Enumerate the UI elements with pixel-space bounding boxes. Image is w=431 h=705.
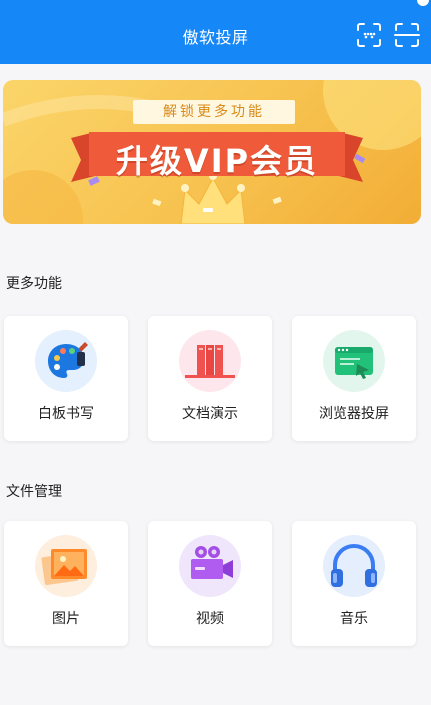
file-card-label: 音乐: [340, 611, 368, 627]
file-card-images[interactable]: 图片: [4, 521, 128, 646]
banner-headline: 升级VIP会员: [115, 142, 319, 180]
feature-card-label: 白板书写: [38, 406, 94, 422]
file-card-label: 图片: [52, 611, 80, 627]
scan-icon[interactable]: [394, 22, 420, 48]
file-card-videos[interactable]: 视频: [148, 521, 272, 646]
scan-code-icon[interactable]: [356, 22, 382, 48]
feature-card-browser[interactable]: 浏览器投屏: [292, 316, 416, 441]
feature-card-document[interactable]: 文档演示: [148, 316, 272, 441]
section-title-file-management: 文件管理: [6, 484, 62, 500]
banner-subtitle: 解锁更多功能: [133, 100, 295, 124]
feature-card-label: 文档演示: [182, 406, 238, 422]
file-card-label: 视频: [196, 611, 224, 627]
status-indicator: [417, 0, 429, 6]
image-icon: [35, 535, 97, 597]
app-header: 傲软投屏: [0, 0, 431, 64]
browser-icon: [323, 330, 385, 392]
headphones-icon: [323, 535, 385, 597]
file-card-music[interactable]: 音乐: [292, 521, 416, 646]
feature-card-whiteboard[interactable]: 白板书写: [4, 316, 128, 441]
feature-card-label: 浏览器投屏: [319, 406, 389, 422]
vip-upgrade-banner[interactable]: 解锁更多功能 升级VIP会员: [3, 80, 421, 224]
section-title-more-features: 更多功能: [6, 276, 62, 292]
books-icon: [179, 330, 241, 392]
video-camera-icon: [179, 535, 241, 597]
palette-icon: [35, 330, 97, 392]
